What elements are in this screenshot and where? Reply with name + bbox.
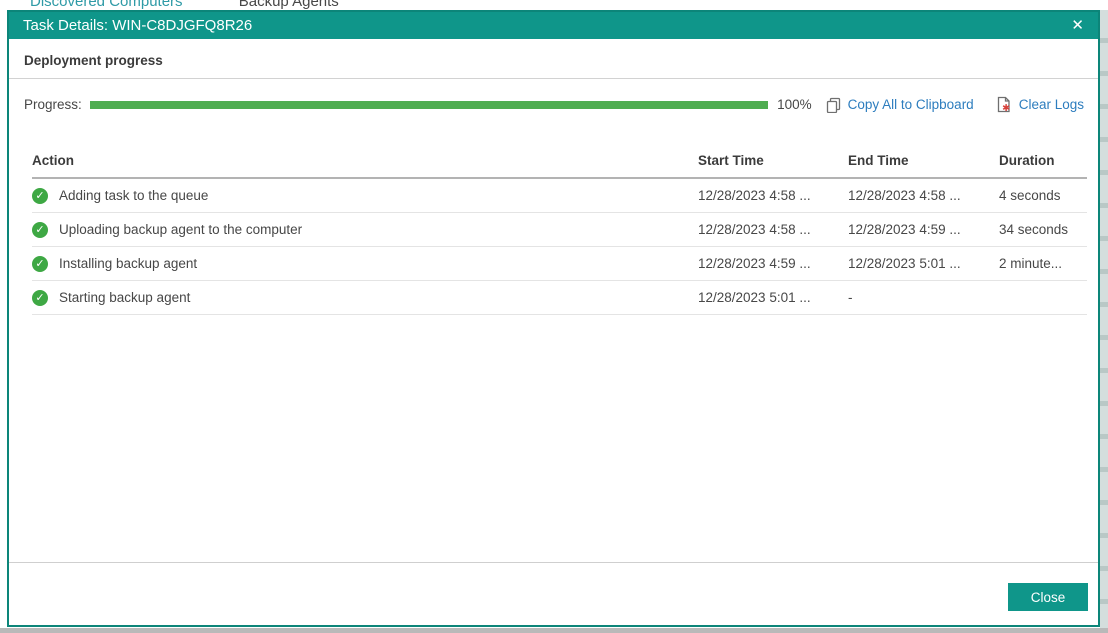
end-time-value: 12/28/2023 5:01 ... [848,256,961,271]
progress-bar [89,100,769,109]
progress-bar-fill [89,100,769,109]
close-button[interactable]: Close [1008,583,1088,611]
progress-percent: 100% [777,97,812,112]
section-title: Deployment progress [24,53,163,68]
dialog-title: Task Details: WIN-C8DJGFQ8R26 [23,17,253,34]
tab-discovered-computers[interactable]: Discovered Computers [30,0,183,10]
column-header-start-time: Start Time [698,152,764,168]
check-circle-icon: ✓ [32,289,48,306]
tab-backup-agents[interactable]: Backup Agents [239,0,339,10]
close-icon[interactable]: ✕ [1067,16,1088,35]
progress-label: Progress: [24,97,82,112]
section-divider [9,78,1098,79]
copy-icon [826,97,841,113]
duration-value: 4 seconds [999,188,1061,203]
duration-value: 34 seconds [999,222,1069,237]
task-details-dialog: Task Details: WIN-C8DJGFQ8R26 ✕ Deployme… [7,10,1100,627]
duration-value: 2 minute... [999,256,1063,271]
start-time-value: 12/28/2023 4:58 ... [698,222,811,237]
start-time-value: 12/28/2023 4:59 ... [698,256,811,271]
clear-logs-icon: ✱ [996,96,1012,113]
table-row[interactable]: ✓ Adding task to the queue 12/28/2023 4:… [32,179,1087,213]
start-time-value: 12/28/2023 4:58 ... [698,188,811,203]
action-label: Uploading backup agent to the computer [59,222,303,237]
end-time-value: - [848,290,853,305]
check-circle-icon: ✓ [32,187,48,204]
dialog-footer: Close [9,562,1098,625]
start-time-value: 12/28/2023 5:01 ... [698,290,811,305]
copy-all-to-clipboard-link[interactable]: Copy All to Clipboard [826,97,974,113]
end-time-value: 12/28/2023 4:59 ... [848,222,961,237]
deployment-log-table: Action Start Time End Time Duration ✓ Ad… [32,143,1087,315]
table-row[interactable]: ✓ Starting backup agent 12/28/2023 5:01 … [32,281,1087,315]
check-circle-icon: ✓ [32,255,48,272]
background-page-bottom [0,628,1108,633]
column-header-action: Action [32,152,74,168]
copy-all-to-clipboard-label: Copy All to Clipboard [847,97,974,112]
check-circle-icon: ✓ [32,221,48,238]
table-row[interactable]: ✓ Uploading backup agent to the computer… [32,213,1087,247]
table-body: ✓ Adding task to the queue 12/28/2023 4:… [32,179,1087,315]
column-header-duration: Duration [999,152,1055,168]
table-row[interactable]: ✓ Installing backup agent 12/28/2023 4:5… [32,247,1087,281]
clear-logs-label: Clear Logs [1018,97,1084,112]
action-label: Adding task to the queue [59,188,209,203]
svg-text:✱: ✱ [1002,103,1010,113]
clear-logs-link[interactable]: ✱ Clear Logs [996,96,1084,113]
background-page-edge [1100,10,1108,628]
table-header-row: Action Start Time End Time Duration [32,143,1087,179]
action-label: Installing backup agent [59,256,198,271]
background-tab-bar: Discovered Computers Backup Agents [30,0,339,10]
progress-row: Progress: 100% Copy All to Clipboard ✱ C… [24,96,1084,113]
action-label: Starting backup agent [59,290,191,305]
dialog-titlebar: Task Details: WIN-C8DJGFQ8R26 ✕ [9,12,1098,39]
column-header-end-time: End Time [848,152,909,168]
end-time-value: 12/28/2023 4:58 ... [848,188,961,203]
